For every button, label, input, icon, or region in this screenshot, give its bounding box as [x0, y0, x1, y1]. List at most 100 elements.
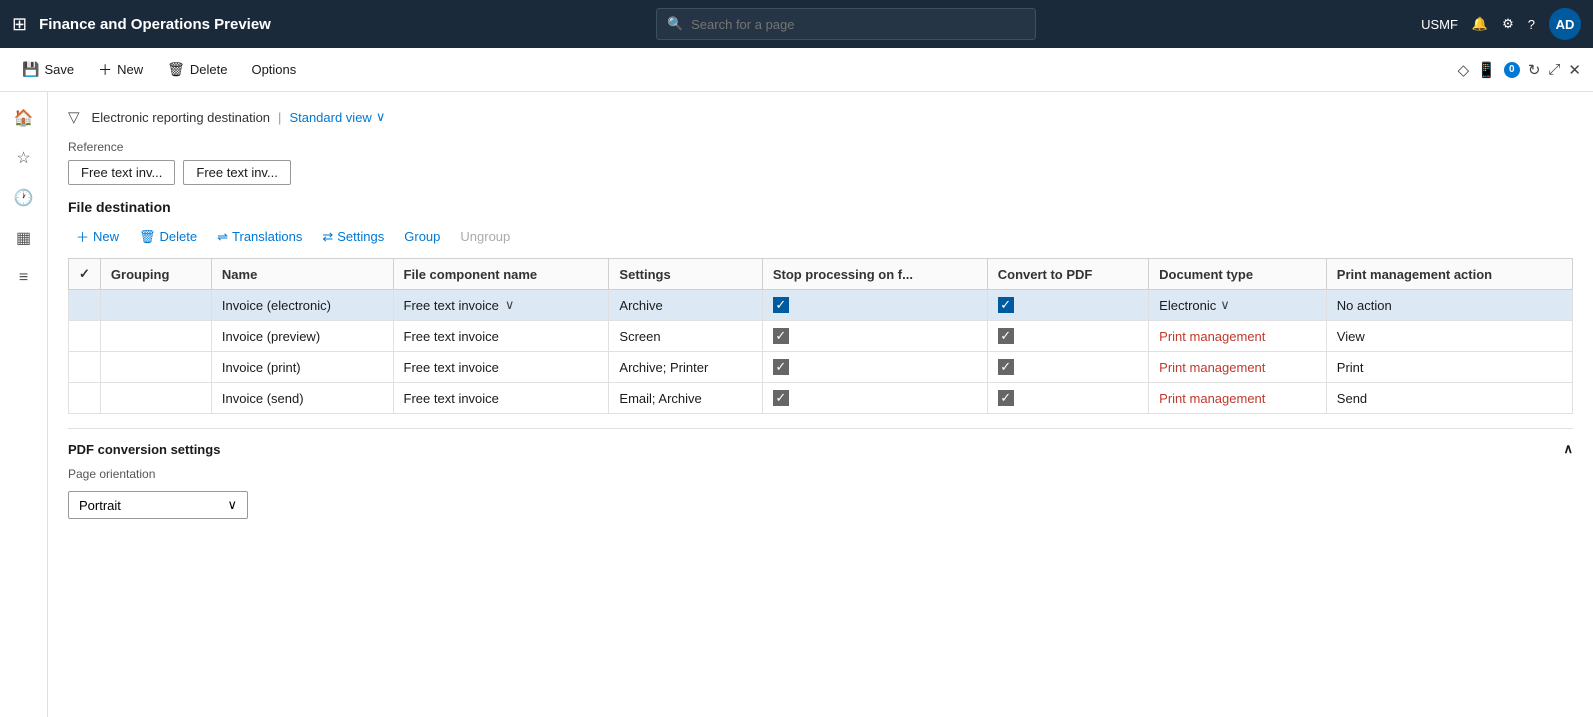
table-row[interactable]: Invoice (send)Free text invoiceEmail; Ar…	[69, 383, 1573, 414]
stop-processing-checkbox[interactable]: ✓	[773, 328, 789, 344]
phone-icon[interactable]: 📱	[1477, 61, 1496, 79]
pdf-content: Page orientation Portrait ∨	[68, 467, 1573, 519]
fd-group-button[interactable]: Group	[396, 225, 448, 248]
table-row[interactable]: Invoice (print)Free text invoiceArchive;…	[69, 352, 1573, 383]
search-input[interactable]	[691, 17, 1025, 32]
col-grouping: Grouping	[100, 259, 211, 290]
col-convert-pdf: Convert to PDF	[987, 259, 1148, 290]
table-row[interactable]: Invoice (preview)Free text invoiceScreen…	[69, 321, 1573, 352]
row-convert-pdf[interactable]: ✓	[987, 321, 1148, 352]
sidebar-item-modules[interactable]: ≡	[6, 260, 42, 296]
row-document-type: Print management	[1149, 352, 1327, 383]
row-settings: Archive	[609, 290, 762, 321]
close-icon[interactable]: ✕	[1568, 61, 1581, 79]
section-toolbar: ＋ New 🗑 Delete ⇌ Translations ⇄ Settings…	[68, 223, 1573, 250]
row-settings: Email; Archive	[609, 383, 762, 414]
options-button[interactable]: Options	[241, 58, 306, 81]
plus-icon: ＋	[76, 227, 89, 246]
sidebar-item-favorites[interactable]: ☆	[6, 140, 42, 176]
reference-btn-1[interactable]: Free text inv...	[68, 160, 175, 185]
row-file-component: Free text invoice	[393, 383, 609, 414]
col-settings: Settings	[609, 259, 762, 290]
doc-type-select[interactable]: Electronic ∨	[1159, 297, 1316, 313]
file-destination-section: File destination ＋ New 🗑 Delete ⇌ Transl…	[68, 199, 1573, 414]
save-icon: 💾	[22, 61, 39, 78]
sidebar-item-home[interactable]: 🏠	[6, 100, 42, 136]
pdf-section: PDF conversion settings ∧ Page orientati…	[68, 428, 1573, 519]
row-file-component: Free text invoice	[393, 352, 609, 383]
page-orientation-select[interactable]: Portrait ∨	[68, 491, 248, 519]
delete-icon: 🗑	[167, 61, 185, 78]
table-row[interactable]: Invoice (electronic)Free text invoice∨Ar…	[69, 290, 1573, 321]
waffle-icon[interactable]: ⊞	[12, 14, 27, 35]
file-component-select[interactable]: Free text invoice ∨	[404, 297, 599, 313]
page-orientation-value: Portrait	[79, 498, 121, 513]
doc-type-value: Electronic	[1159, 298, 1216, 313]
breadcrumb-separator: |	[278, 110, 281, 125]
row-stop-processing[interactable]: ✓	[762, 321, 987, 352]
notification-icon[interactable]: 🔔	[1472, 16, 1488, 32]
save-button[interactable]: 💾 Save	[12, 57, 84, 82]
file-component-value: Free text invoice	[404, 298, 499, 313]
convert-pdf-checkbox[interactable]: ✓	[998, 297, 1014, 313]
row-convert-pdf[interactable]: ✓	[987, 352, 1148, 383]
row-stop-processing[interactable]: ✓	[762, 290, 987, 321]
settings-icon[interactable]: ⚙	[1502, 16, 1514, 32]
reference-section: Reference Free text inv... Free text inv…	[68, 140, 1573, 185]
diamond-icon[interactable]: ◇	[1458, 61, 1470, 79]
commandbar: 💾 Save ＋ New 🗑 Delete Options ◇ 📱 0 ↻ ⤢ …	[0, 48, 1593, 92]
row-name: Invoice (print)	[211, 352, 393, 383]
fd-settings-button[interactable]: ⇄ Settings	[314, 225, 392, 249]
row-convert-pdf[interactable]: ✓	[987, 290, 1148, 321]
expand-icon[interactable]: ⤢	[1548, 61, 1560, 78]
convert-pdf-checkbox[interactable]: ✓	[998, 359, 1014, 375]
search-icon: 🔍	[667, 16, 683, 32]
topbar-right: USMF 🔔 ⚙ ? AD	[1421, 8, 1581, 40]
stop-processing-checkbox[interactable]: ✓	[773, 390, 789, 406]
sidebar-item-workspaces[interactable]: ▦	[6, 220, 42, 256]
fd-delete-button[interactable]: 🗑 Delete	[131, 225, 205, 249]
row-name: Invoice (send)	[211, 383, 393, 414]
row-convert-pdf[interactable]: ✓	[987, 383, 1148, 414]
dropdown-arrow: ∨	[505, 297, 515, 313]
stop-processing-checkbox[interactable]: ✓	[773, 359, 789, 375]
sidebar-item-recent[interactable]: 🕐	[6, 180, 42, 216]
row-print-action: Send	[1326, 383, 1572, 414]
pdf-section-header[interactable]: PDF conversion settings ∧	[68, 441, 1573, 467]
fd-translations-button[interactable]: ⇌ Translations	[209, 225, 310, 249]
row-stop-processing[interactable]: ✓	[762, 352, 987, 383]
dropdown-arrow: ∨	[1220, 297, 1230, 313]
avatar[interactable]: AD	[1549, 8, 1581, 40]
breadcrumb-page: Electronic reporting destination	[92, 110, 271, 125]
file-destination-title: File destination	[68, 199, 1573, 223]
reference-btn-2[interactable]: Free text inv...	[183, 160, 290, 185]
delete-button[interactable]: 🗑 Delete	[157, 57, 237, 82]
cmd-right-actions: ◇ 📱 0 ↻ ⤢ ✕	[1458, 61, 1581, 79]
topbar: ⊞ Finance and Operations Preview 🔍 USMF …	[0, 0, 1593, 48]
convert-pdf-checkbox[interactable]: ✓	[998, 390, 1014, 406]
dropdown-chevron-icon: ∨	[227, 497, 237, 513]
row-stop-processing[interactable]: ✓	[762, 383, 987, 414]
doc-type-value: Print management	[1159, 360, 1265, 375]
reference-label: Reference	[68, 140, 1573, 154]
pdf-section-title: PDF conversion settings	[68, 442, 220, 457]
breadcrumb: Electronic reporting destination | Stand…	[92, 109, 386, 125]
row-document-type: Electronic ∨	[1149, 290, 1327, 321]
view-dropdown[interactable]: Standard view ∨	[289, 109, 385, 125]
help-icon[interactable]: ?	[1528, 17, 1535, 32]
col-file-component: File component name	[393, 259, 609, 290]
chevron-down-icon: ∨	[376, 109, 386, 125]
search-bar[interactable]: 🔍	[656, 8, 1036, 40]
convert-pdf-checkbox[interactable]: ✓	[998, 328, 1014, 344]
new-button[interactable]: ＋ New	[88, 56, 153, 84]
check-all-icon[interactable]: ✓	[79, 266, 90, 281]
row-name: Invoice (preview)	[211, 321, 393, 352]
page-orientation-label: Page orientation	[68, 467, 1573, 481]
refresh-icon[interactable]: ↻	[1528, 61, 1541, 79]
filter-icon[interactable]: ▽	[68, 108, 80, 126]
row-checkbox-cell	[69, 383, 101, 414]
col-print-action: Print management action	[1326, 259, 1572, 290]
stop-processing-checkbox[interactable]: ✓	[773, 297, 789, 313]
row-grouping	[100, 352, 211, 383]
fd-new-button[interactable]: ＋ New	[68, 223, 127, 250]
